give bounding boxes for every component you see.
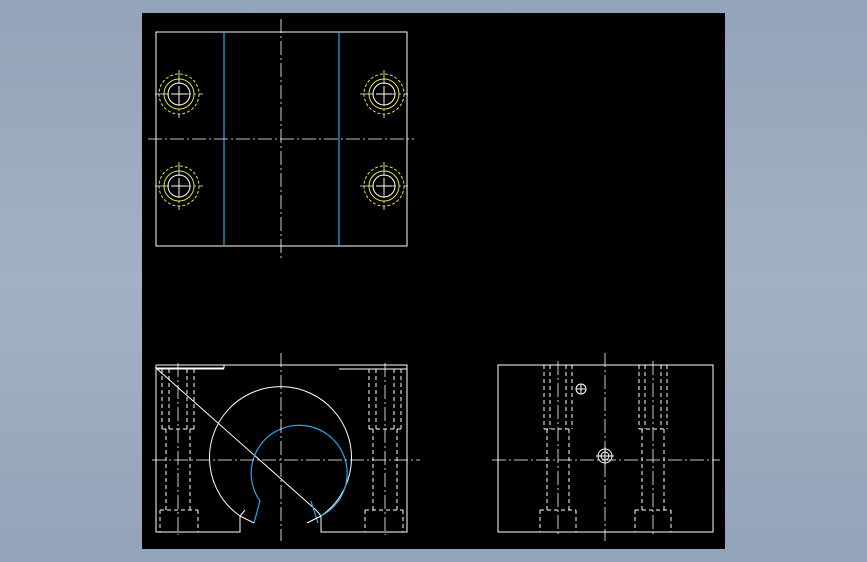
bore-arc	[250, 424, 348, 517]
mounting-hole-top-left	[155, 70, 203, 118]
side-bolt-left-hidden	[539, 361, 577, 537]
housing-arc	[209, 386, 352, 517]
front-view	[152, 353, 420, 541]
top-view	[148, 19, 414, 261]
bolt-hole-right-hidden	[364, 363, 404, 535]
slot-wall-left	[239, 515, 255, 524]
mounting-hole-bottom-left	[155, 162, 203, 210]
slot-edge-left	[253, 500, 261, 524]
cad-viewport[interactable]	[142, 13, 725, 549]
lube-port-hole	[575, 383, 587, 395]
cad-drawing	[148, 19, 720, 541]
mounting-hole-top-right	[360, 70, 408, 118]
side-view	[492, 353, 720, 541]
slot-wall-right	[306, 515, 322, 524]
side-bolt-right-hidden	[634, 361, 672, 537]
mounting-hole-bottom-right	[360, 162, 408, 210]
